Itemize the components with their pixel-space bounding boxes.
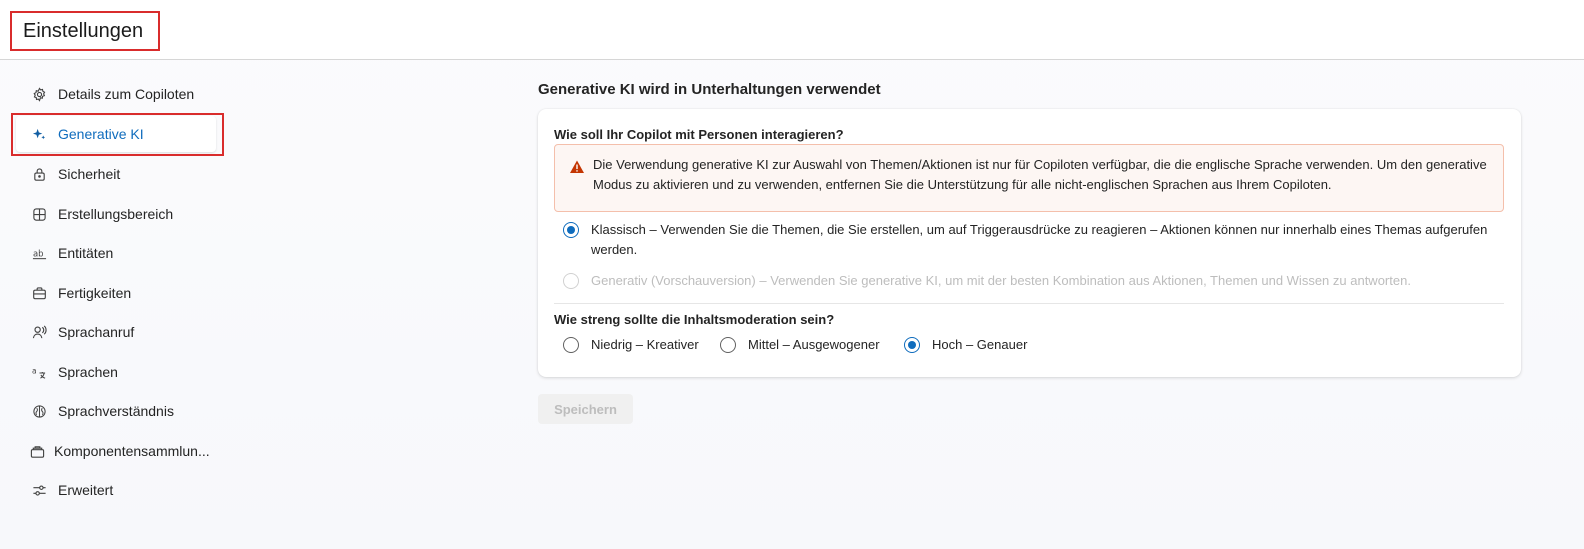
voice-person-icon <box>30 323 48 341</box>
sidebar-item-label: Entitäten <box>58 245 114 261</box>
sidebar-item-label: Generative KI <box>58 126 144 142</box>
sidebar-item-label: Fertigkeiten <box>58 285 132 301</box>
sidebar-item-label: Sprachanruf <box>58 324 135 340</box>
radio-label: Klassisch – Verwenden Sie die Themen, di… <box>591 222 1488 257</box>
sparkle-icon <box>30 125 48 143</box>
ab-entity-icon: ab <box>30 244 48 262</box>
brain-icon <box>30 402 48 420</box>
warning-text: Die Verwendung generative KI zur Auswahl… <box>593 157 1487 192</box>
sidebar-item-label: Erweitert <box>58 482 114 498</box>
radio-label: Hoch – Genauer <box>932 337 1028 352</box>
section-heading: Generative KI wird in Unterhaltungen ver… <box>538 81 881 98</box>
page-title: Einstellungen <box>10 11 160 51</box>
svg-text:ab: ab <box>32 248 43 258</box>
sidebar-item-sprachverstaendnis[interactable]: Sprachverständnis <box>16 393 216 429</box>
sidebar-item-details[interactable]: Details zum Copiloten <box>16 76 216 112</box>
sidebar-item-label: Details zum Copiloten <box>58 86 195 102</box>
sidebar-item-label: Komponentensammlun... <box>54 443 210 459</box>
radio-label: Niedrig – Kreativer <box>591 337 699 352</box>
sidebar-item-fertigkeiten[interactable]: Fertigkeiten <box>16 275 216 311</box>
warning-icon <box>569 159 585 175</box>
language-warning-banner: Die Verwendung generative KI zur Auswahl… <box>554 144 1504 212</box>
sidebar-item-erstellungsbereich[interactable]: Erstellungsbereich <box>16 196 216 232</box>
library-icon <box>28 442 46 460</box>
radio-option-hoch[interactable]: Hoch – Genauer <box>904 335 1027 355</box>
translate-icon: a <box>30 363 48 381</box>
gear-icon <box>30 85 48 103</box>
radio-option-niedrig[interactable]: Niedrig – Kreativer <box>563 335 699 355</box>
radio-option-klassisch[interactable]: Klassisch – Verwenden Sie die Themen, di… <box>563 220 1498 260</box>
radio-button[interactable] <box>904 337 920 353</box>
sliders-icon <box>30 481 48 499</box>
sidebar-item-entitaeten[interactable]: ab Entitäten <box>16 235 216 271</box>
sidebar-item-label: Sprachen <box>58 364 118 380</box>
interaction-question: Wie soll Ihr Copilot mit Personen intera… <box>554 127 844 142</box>
radio-label: Mittel – Ausgewogener <box>748 337 880 352</box>
radio-button[interactable] <box>563 222 579 238</box>
save-button[interactable]: Speichern <box>538 394 633 424</box>
radio-option-generativ[interactable]: Generativ (Vorschauversion) – Verwenden … <box>563 271 1498 291</box>
sidebar-item-sprachen[interactable]: a Sprachen <box>16 354 216 390</box>
sidebar-item-generative-ki[interactable]: Generative KI <box>16 116 216 152</box>
sidebar-item-sicherheit[interactable]: Sicherheit <box>16 156 216 192</box>
sidebar-item-erweitert[interactable]: Erweitert <box>16 472 216 508</box>
radio-label: Generativ (Vorschauversion) – Verwenden … <box>591 273 1411 288</box>
grid-icon <box>30 205 48 223</box>
radio-option-mittel[interactable]: Mittel – Ausgewogener <box>720 335 880 355</box>
briefcase-icon <box>30 284 48 302</box>
divider <box>554 303 1504 304</box>
page-header: Einstellungen <box>0 0 1584 60</box>
radio-button[interactable] <box>720 337 736 353</box>
sidebar-item-label: Sicherheit <box>58 166 121 182</box>
sidebar-item-komponentensammlung[interactable]: Komponentensammlun... <box>16 433 221 469</box>
radio-button[interactable] <box>563 273 579 289</box>
settings-card: Wie soll Ihr Copilot mit Personen intera… <box>538 109 1521 377</box>
sidebar-item-label: Sprachverständnis <box>58 403 174 419</box>
sidebar-item-sprachanruf[interactable]: Sprachanruf <box>16 314 216 350</box>
moderation-question: Wie streng sollte die Inhaltsmoderation … <box>554 312 835 327</box>
svg-text:a: a <box>32 366 37 375</box>
lock-icon <box>30 165 48 183</box>
sidebar-item-label: Erstellungsbereich <box>58 206 174 222</box>
radio-button[interactable] <box>563 337 579 353</box>
